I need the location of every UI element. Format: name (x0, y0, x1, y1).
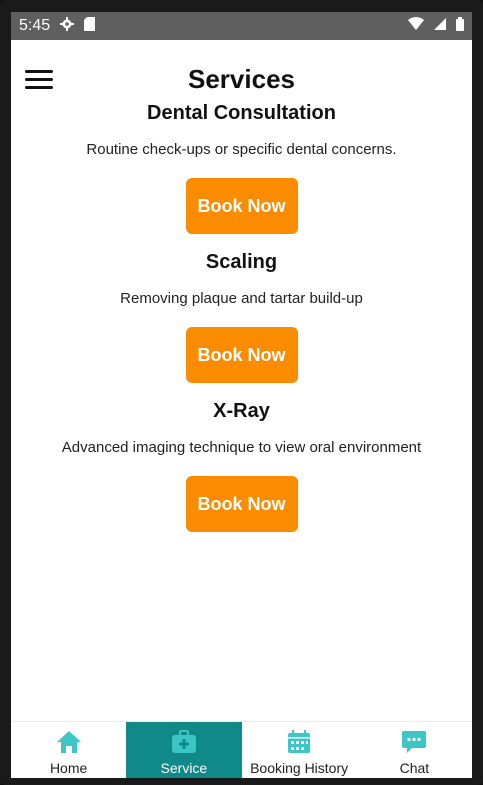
nav-item-booking-history[interactable]: Booking History (242, 722, 357, 778)
page-title: Services (188, 64, 295, 94)
service-card-x-ray: X-Ray Advanced imaging technique to view… (11, 400, 472, 532)
status-time: 5:45 (19, 17, 51, 34)
home-icon (55, 728, 83, 756)
service-description: Removing plaque and tartar build-up (120, 290, 363, 307)
nav-item-service[interactable]: Service (126, 722, 242, 778)
nav-label-service: Service (160, 760, 208, 776)
nav-label-booking-history: Booking History (250, 760, 349, 776)
settings-gear-icon (60, 16, 75, 36)
status-bar: 5:45 (11, 12, 472, 40)
sd-card-icon (84, 16, 96, 36)
book-now-button-x-ray[interactable]: Book Now (185, 476, 298, 532)
bottom-navigation: Home Service Booking History Chat (11, 721, 472, 778)
service-title: X-Ray (213, 400, 270, 422)
service-description: Advanced imaging technique to view oral … (61, 439, 422, 456)
book-now-button-scaling[interactable]: Book Now (185, 327, 298, 383)
service-card-dental-consultation: Dental Consultation Routine check-ups or… (11, 102, 472, 234)
battery-icon (456, 16, 464, 36)
service-title: Scaling (205, 251, 278, 273)
status-left: 5:45 (19, 16, 96, 36)
device-frame: 5:45 Services Dental Consultation Routin… (0, 0, 483, 785)
nav-label-chat: Chat (399, 760, 430, 776)
nav-item-chat[interactable]: Chat (357, 722, 472, 778)
service-card-scaling: Scaling Removing plaque and tartar build… (11, 251, 472, 383)
calendar-icon (285, 728, 313, 756)
app-screen: Services Dental Consultation Routine che… (11, 40, 472, 778)
book-now-button-dental-consultation[interactable]: Book Now (185, 178, 298, 234)
medical-kit-icon (170, 728, 198, 756)
nav-item-home[interactable]: Home (11, 722, 126, 778)
wifi-icon (408, 17, 424, 35)
service-title: Dental Consultation (147, 102, 336, 124)
chat-bubble-icon (400, 728, 428, 756)
signal-icon (434, 17, 446, 35)
status-right (408, 16, 464, 36)
nav-label-home: Home (49, 760, 88, 776)
service-description: Routine check-ups or specific dental con… (86, 141, 397, 158)
